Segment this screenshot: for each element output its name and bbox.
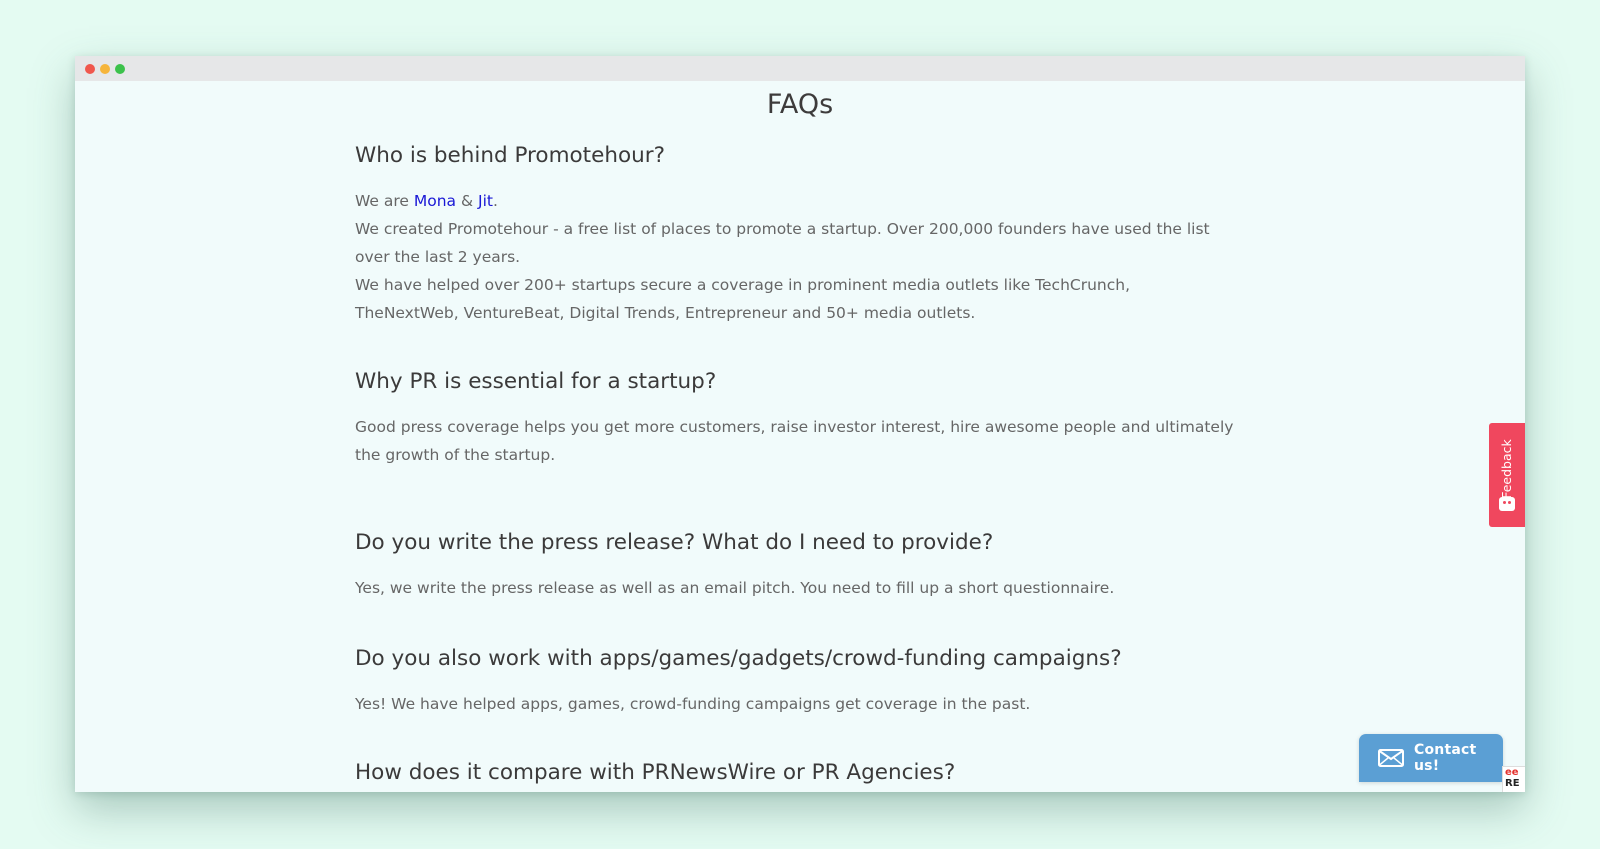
faq-question: Do you also work with apps/games/gadgets… [355,646,1122,671]
faq-question: Do you write the press release? What do … [355,530,994,555]
minimize-window-button[interactable] [100,64,110,74]
browser-window: FAQs Who is behind Promotehour? We are M… [75,56,1525,792]
page-content: FAQs Who is behind Promotehour? We are M… [75,81,1525,792]
feedback-label: Feedback [1499,439,1514,499]
faq-item: Who is behind Promotehour? We are Mona &… [355,141,1235,327]
page-title: FAQs [766,89,834,120]
feedback-tab[interactable]: Feedback [1489,423,1525,527]
faq-item: Do you write the press release? What do … [355,528,1235,602]
faq-answer: Yes! We have helped apps, games, crowd-f… [355,695,1031,713]
contact-us-button[interactable]: Contact us! [1359,734,1503,782]
maximize-window-button[interactable] [115,64,125,74]
mail-icon [1378,749,1404,767]
smiley-icon [1499,497,1515,511]
window-titlebar [75,56,1525,81]
faq-question: How does it compare with PRNewsWire or P… [355,760,956,785]
faq-answer-text: We created Promotehour - a free list of … [355,220,1210,266]
faq-answer-intro: We are Mona & Jit. [355,192,498,210]
contact-us-label: Contact us! [1414,742,1477,774]
jit-link[interactable]: Jit [478,192,493,210]
close-window-button[interactable] [85,64,95,74]
faq-answer: We are Mona & Jit. We created Promotehou… [355,187,1235,327]
faq-item: Why PR is essential for a startup? Good … [355,367,1235,469]
mona-link[interactable]: Mona [414,192,456,210]
faq-question: Who is behind Promotehour? [355,143,665,168]
faq-item: Do you also work with apps/games/gadgets… [355,644,1235,718]
faq-question: Why PR is essential for a startup? [355,369,717,394]
corner-badge[interactable]: ee RE [1502,766,1525,792]
faq-item: How does it compare with PRNewsWire or P… [355,758,1235,788]
faq-answer-text: We have helped over 200+ startups secure… [355,276,1131,322]
faq-answer: Good press coverage helps you get more c… [355,418,1234,464]
faq-answer: Yes, we write the press release as well … [355,579,1115,597]
